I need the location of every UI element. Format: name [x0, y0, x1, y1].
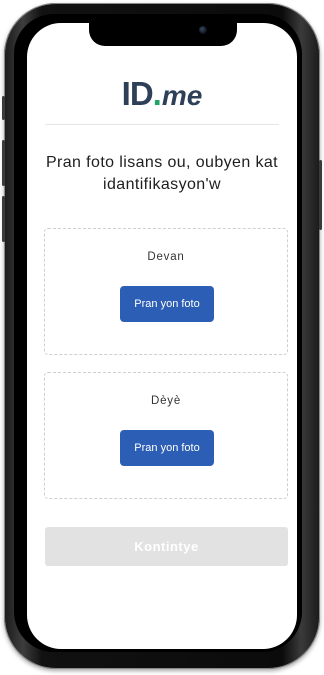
page-title: Pran foto lisans ou, oubyen kat idantifi… [45, 154, 279, 193]
logo-dot: . [152, 75, 162, 112]
take-front-photo-button[interactable]: Pran yon foto [120, 286, 214, 322]
front-camera-icon [199, 26, 207, 34]
back-label: Dèyè [150, 395, 182, 407]
back-upload-area[interactable]: Dèyè Pran yon foto [44, 372, 288, 499]
continue-button[interactable]: Kontintye [45, 527, 288, 566]
power-button [319, 160, 322, 230]
front-label: Devan [147, 251, 185, 263]
volume-up-button [2, 140, 5, 186]
mute-switch [2, 96, 5, 120]
logo-id-text: ID [121, 75, 154, 112]
front-upload-area[interactable]: Devan Pran yon foto [44, 228, 288, 355]
stage: ID.me Pran foto lisans ou, oubyen kat id… [0, 0, 324, 675]
phone-screen: ID.me Pran foto lisans ou, oubyen kat id… [27, 23, 297, 649]
take-back-photo-button[interactable]: Pran yon foto [120, 430, 214, 466]
notch [89, 23, 237, 46]
volume-down-button [2, 196, 5, 242]
header-divider [45, 124, 279, 125]
idme-logo: ID.me [27, 77, 297, 110]
logo-me-text: me [161, 80, 203, 111]
